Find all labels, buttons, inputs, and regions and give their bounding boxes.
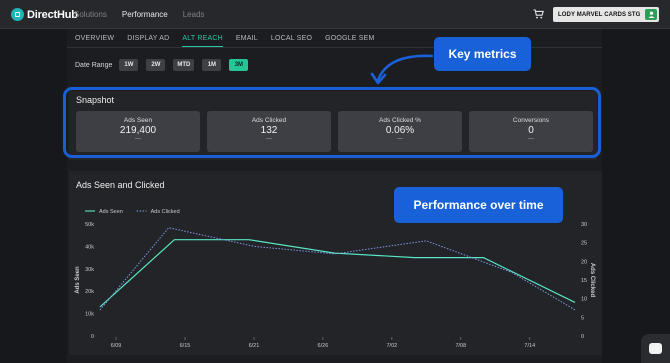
snapshot-highlight <box>63 87 601 158</box>
series-ads-seen-line <box>99 239 576 308</box>
y2-tick-label: 30 <box>581 222 587 228</box>
tab-alt-reach[interactable]: ALT REACH <box>182 35 223 47</box>
logo-icon <box>11 8 24 21</box>
legend-label: Ads Clicked <box>151 209 180 215</box>
tab-google-sem[interactable]: GOOGLE SEM <box>325 35 374 47</box>
series-ads-clicked-line <box>99 227 576 311</box>
account-name: LODY MARVEL CARDS STG <box>558 11 641 18</box>
date-range-selector: Date Range 1W 2W MTD 1M 3M <box>75 59 256 71</box>
account-selector[interactable]: LODY MARVEL CARDS STG <box>553 7 659 22</box>
range-1m-button[interactable]: 1M <box>202 59 222 71</box>
x-tick-label: 6/21 <box>249 343 260 349</box>
x-tick-label: 6/09 <box>111 343 122 349</box>
y2-axis-title: Ads Clicked <box>589 263 595 298</box>
chart-title: Ads Seen and Clicked <box>76 180 165 190</box>
date-range-label: Date Range <box>75 61 113 69</box>
y2-tick-label: 0 <box>581 334 584 340</box>
y-tick-label: 10k <box>85 312 94 318</box>
callout-key-metrics: Key metrics <box>434 37 531 71</box>
brand-name: DirectHub <box>27 8 78 21</box>
range-mtd-button[interactable]: MTD <box>173 59 195 71</box>
tab-display-ad[interactable]: DISPLAY AD <box>127 35 169 47</box>
nav-item-leads[interactable]: Leads <box>183 10 205 19</box>
chat-icon <box>649 343 662 354</box>
range-3m-button[interactable]: 3M <box>229 59 249 71</box>
y-tick-label: 0 <box>91 334 94 340</box>
chat-button[interactable] <box>641 334 670 363</box>
x-tick-label: 6/26 <box>318 343 329 349</box>
x-tick-label: 7/14 <box>524 343 535 349</box>
range-2w-button[interactable]: 2W <box>146 59 166 71</box>
legend-label: Ads Seen <box>99 209 123 215</box>
tab-local-seo[interactable]: LOCAL SEO <box>271 35 312 47</box>
callout-arrow-icon <box>370 54 434 85</box>
brand-logo[interactable]: DirectHub <box>11 7 78 22</box>
y2-tick-label: 20 <box>581 259 587 265</box>
y2-tick-label: 25 <box>581 241 587 247</box>
y-tick-label: 40k <box>85 244 94 250</box>
y2-tick-label: 5 <box>581 315 584 321</box>
x-tick-label: 7/08 <box>455 343 466 349</box>
y-axis-title: Ads Seen <box>75 266 81 294</box>
y-tick-label: 50k <box>85 222 94 228</box>
nav-item-solutions[interactable]: Solutions <box>74 10 107 19</box>
y2-tick-label: 15 <box>581 278 587 284</box>
tab-email[interactable]: EMAIL <box>236 35 258 47</box>
range-1w-button[interactable]: 1W <box>119 59 139 71</box>
top-nav: Solutions Performance Leads <box>74 10 205 19</box>
channel-tabs: OVERVIEW DISPLAY AD ALT REACH EMAIL LOCA… <box>75 35 375 47</box>
y-tick-label: 30k <box>85 267 94 273</box>
x-tick-label: 6/15 <box>180 343 191 349</box>
top-bar: DirectHub Solutions Performance Leads LO… <box>0 0 670 29</box>
nav-item-performance[interactable]: Performance <box>122 10 168 19</box>
callout-performance: Performance over time <box>394 187 563 223</box>
user-icon <box>645 9 657 20</box>
y-tick-label: 20k <box>85 289 94 295</box>
tab-overview[interactable]: OVERVIEW <box>75 35 114 47</box>
cart-icon[interactable] <box>533 9 544 19</box>
y2-tick-label: 10 <box>581 297 587 303</box>
x-tick-label: 7/02 <box>387 343 398 349</box>
